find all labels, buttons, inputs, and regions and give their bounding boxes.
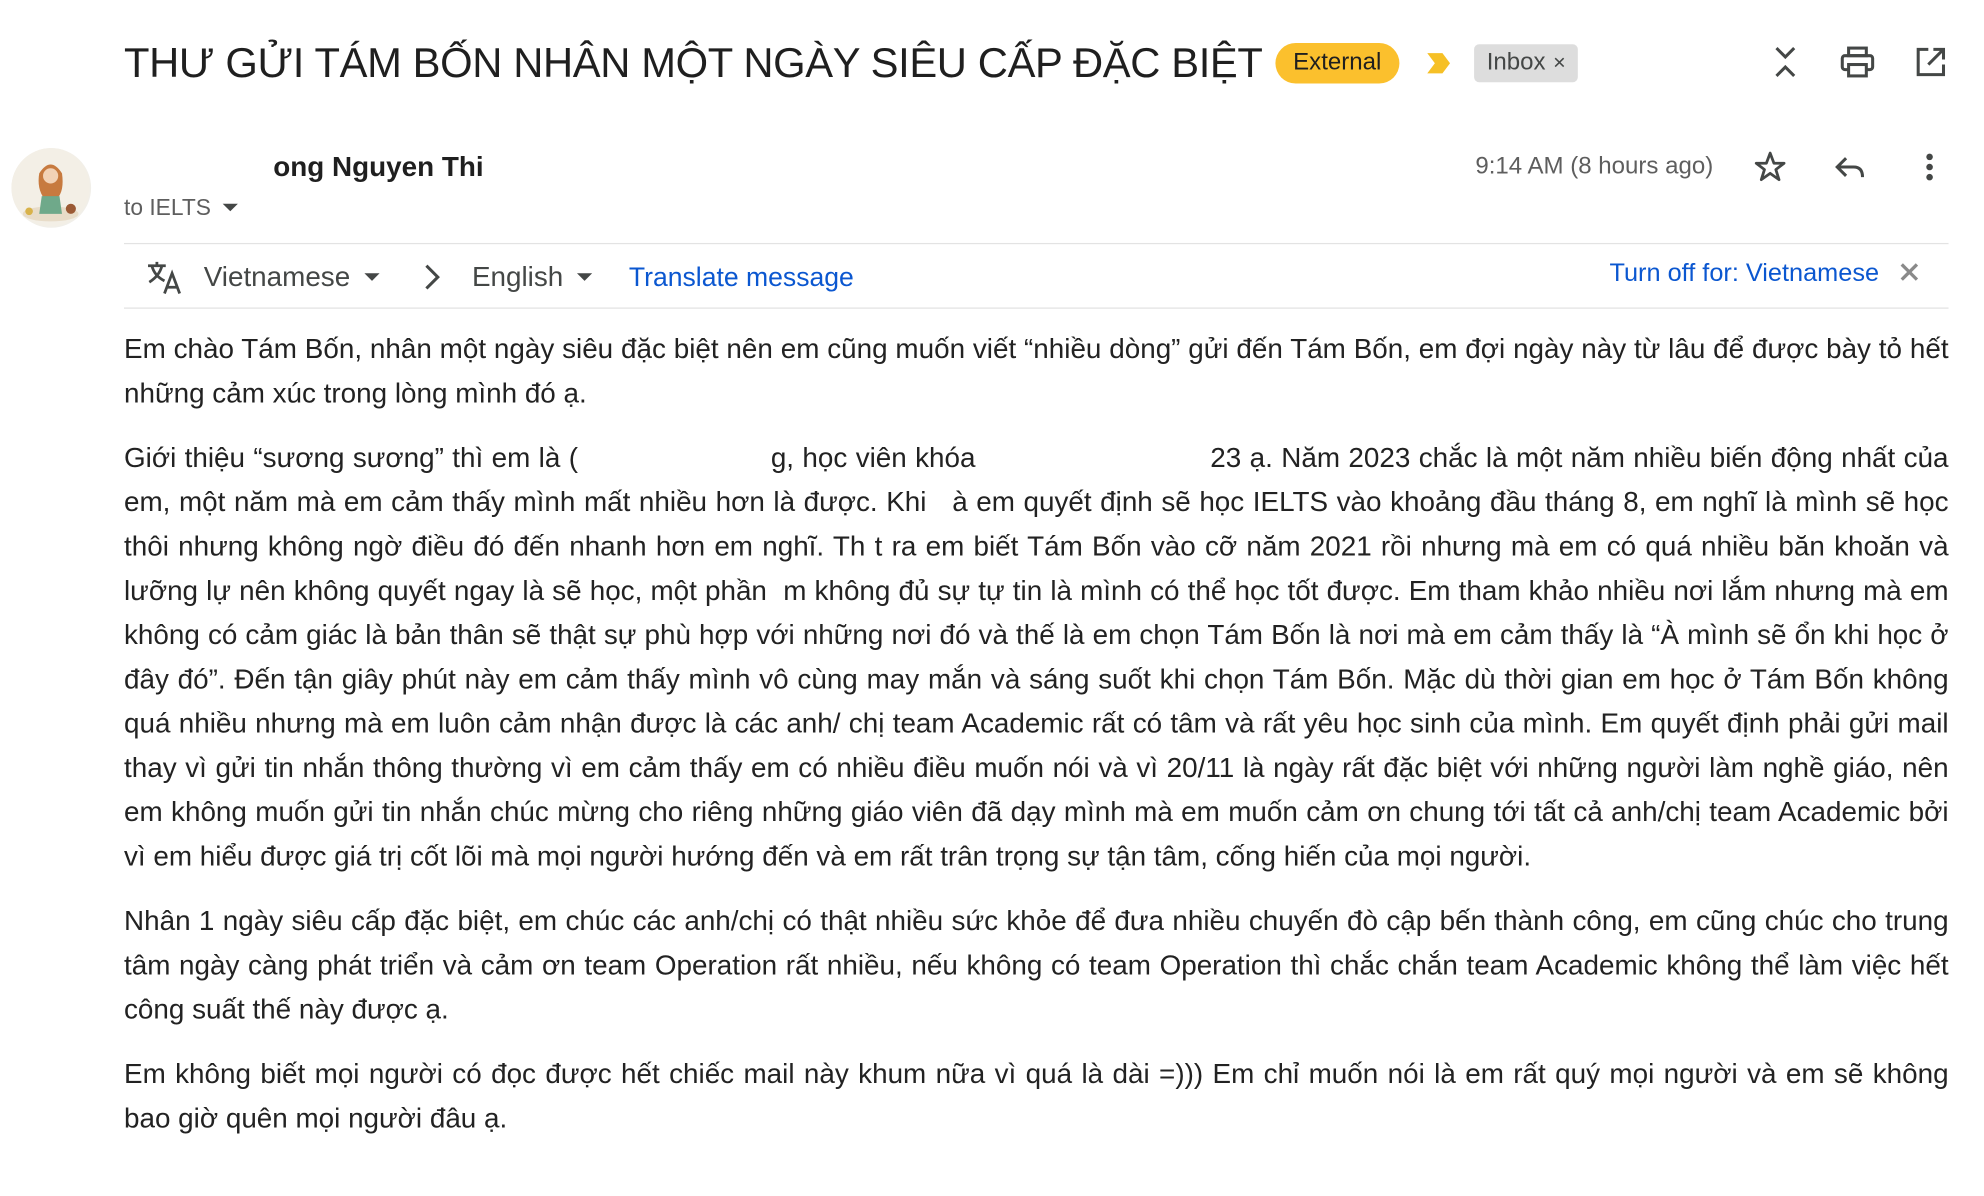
redacted-text: [775, 574, 784, 607]
sender-name[interactable]: ong Nguyen Thi: [273, 149, 483, 184]
translate-message-link[interactable]: Translate message: [629, 261, 854, 296]
email-body: Em chào Tám Bốn, nhân một ngày siêu đặc …: [124, 326, 1949, 1160]
body-text-segment: g, học viên khóa: [770, 441, 976, 474]
translate-bar-bottom-divider: [123, 307, 1949, 309]
unfold-less-icon[interactable]: [1766, 43, 1804, 81]
external-label-chip: External: [1275, 43, 1400, 84]
translate-icon: [148, 261, 181, 295]
print-icon[interactable]: [1838, 43, 1876, 81]
redacted-name: (: [568, 441, 771, 474]
recipients-line[interactable]: to IELTS: [124, 191, 239, 224]
body-text-segment: Giới thiệu “sương sương” thì em là: [123, 441, 561, 474]
redacted-course: [983, 441, 1211, 474]
source-language-label: Vietnamese: [203, 260, 351, 293]
email-timestamp: 9:14 AM (8 hours ago): [1475, 153, 1714, 180]
inbox-label-text: Inbox: [1486, 49, 1546, 76]
body-paragraph-3: Nhân 1 ngày siêu cấp đặc biệt, em chúc c…: [123, 904, 1949, 1025]
inbox-label-chip: Inbox ×: [1474, 44, 1579, 83]
email-subject: THƯ GỬI TÁM BỐN NHÂN MỘT NGÀY SIÊU CẤP Đ…: [123, 39, 1263, 87]
sender-avatar[interactable]: [11, 148, 92, 228]
redacted-text: [935, 485, 953, 518]
important-marker-icon[interactable]: [1425, 51, 1453, 76]
target-language-label: English: [471, 260, 564, 293]
open-in-new-icon[interactable]: [1912, 43, 1950, 81]
chevron-down-icon: [577, 273, 593, 281]
body-paragraph-1: Em chào Tám Bốn, nhân một ngày siêu đặc …: [123, 332, 1949, 409]
redacted-text: [865, 530, 875, 562]
turn-off-translation-link[interactable]: Turn off for: Vietnamese: [1609, 256, 1879, 291]
target-language-dropdown[interactable]: English: [472, 258, 594, 296]
star-outline-icon[interactable]: [1752, 149, 1787, 184]
more-vert-icon[interactable]: [1912, 149, 1947, 184]
remove-label-button[interactable]: ×: [1553, 44, 1566, 82]
recipients-text: to IELTS: [123, 194, 211, 221]
body-text-segment: m không đủ sự tự tin là mình có thể học …: [123, 574, 1949, 872]
close-icon[interactable]: [1898, 261, 1921, 284]
body-paragraph-2: Giới thiệu “sương sương” thì em là ( g, …: [124, 435, 1949, 878]
chevron-right-icon: [425, 264, 440, 290]
body-paragraph-4: Em không biết mọi người có đọc được hết …: [123, 1057, 1949, 1134]
source-language-dropdown[interactable]: Vietnamese: [204, 258, 381, 296]
chevron-down-icon[interactable]: [221, 201, 239, 214]
translate-bar-top-divider: [123, 242, 1949, 245]
reply-icon[interactable]: [1832, 149, 1867, 184]
chevron-down-icon: [364, 273, 380, 281]
